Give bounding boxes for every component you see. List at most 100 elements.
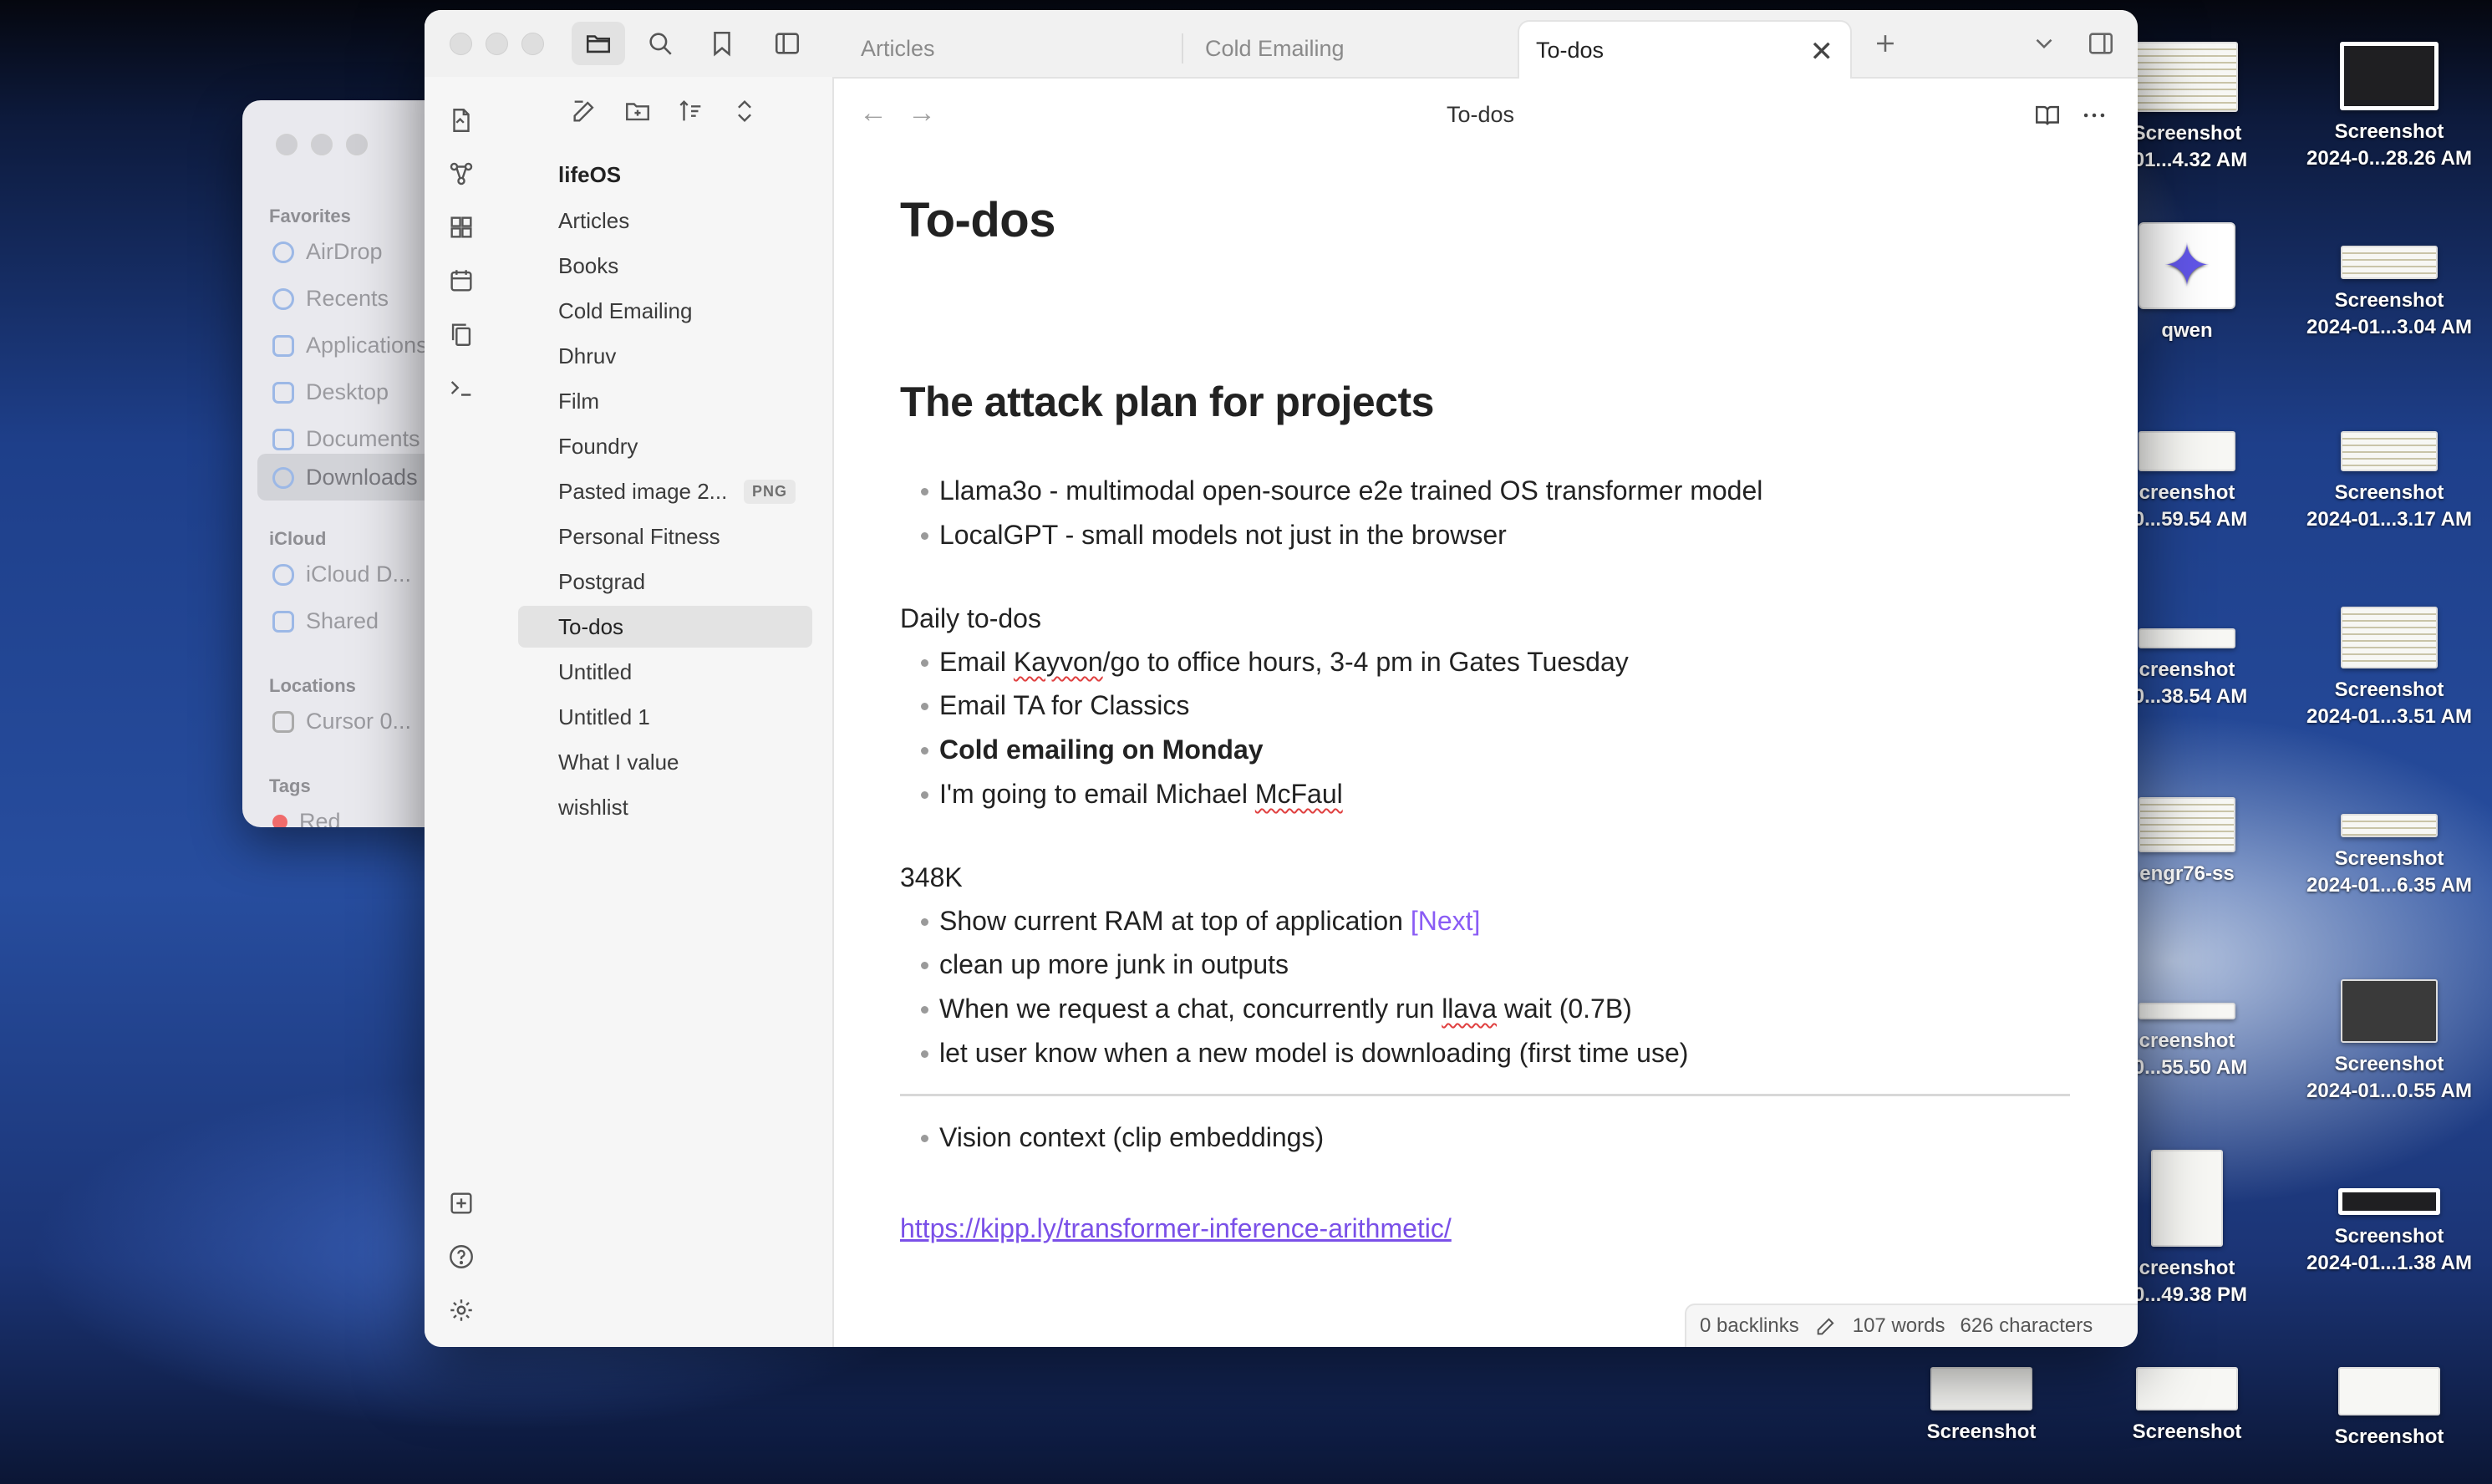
daily-todos-label[interactable]: Daily to-dos — [900, 603, 1041, 634]
open-canvas-button[interactable] — [443, 209, 480, 246]
tab-articles[interactable]: Articles — [844, 20, 1170, 77]
open-daily-note-button[interactable] — [443, 262, 480, 299]
desktop-file-screenshot-14[interactable]: Screenshot — [2091, 1367, 2283, 1446]
desktop-file-screenshot-5[interactable]: Screenshot 2024-01...3.17 AM — [2293, 431, 2485, 533]
heading-attack-plan[interactable]: The attack plan for projects — [900, 378, 1434, 426]
file-item[interactable]: Untitled 1 — [518, 696, 812, 738]
file-item[interactable]: Postgrad — [518, 561, 812, 602]
file-thumbnail — [2136, 42, 2238, 112]
finder-item-downloads[interactable]: Downloads — [272, 465, 418, 490]
desktop-file-screenshot-12[interactable]: Screenshot 2024-01...1.38 AM — [2293, 1188, 2485, 1277]
list-item[interactable]: Email TA for Classics — [919, 690, 1189, 721]
backlinks-count[interactable]: 0 backlinks — [1700, 1314, 1799, 1338]
finder-tag-red[interactable]: Red — [272, 809, 341, 827]
minimize-window-button[interactable] — [486, 33, 508, 55]
finder-item-cursor[interactable]: Cursor 0... — [272, 709, 411, 734]
edit-icon — [573, 100, 594, 122]
list-item-bold[interactable]: Cold emailing on Monday — [919, 734, 1264, 765]
close-window-button[interactable] — [450, 33, 472, 55]
bookmarks-view-button[interactable] — [695, 22, 749, 65]
list-item[interactable]: When we request a chat, concurrently run… — [919, 994, 1632, 1024]
finder-item-applications[interactable]: Applications — [272, 333, 428, 358]
navigate-forward-button[interactable]: → — [908, 97, 936, 130]
desktop-file-screenshot-10[interactable]: Screenshot 2024-01...0.55 AM — [2293, 979, 2485, 1105]
file-item[interactable]: Foundry — [518, 425, 812, 467]
list-item[interactable]: LocalGPT - small models not just in the … — [919, 520, 1507, 551]
desktop-file-screenshot-15[interactable]: Screenshot — [2293, 1367, 2485, 1451]
sort-button[interactable] — [674, 94, 709, 129]
file-thumbnail — [2340, 42, 2439, 110]
open-vault-button[interactable] — [443, 1185, 480, 1222]
more-options-button[interactable] — [2076, 97, 2113, 134]
list-item[interactable]: clean up more junk in outputs — [919, 949, 1289, 980]
files-view-button[interactable] — [572, 22, 625, 65]
misspelled-word[interactable]: llava — [1442, 994, 1497, 1024]
desktop-file-screenshot-2[interactable]: Screenshot 2024-0...28.26 AM — [2293, 42, 2485, 172]
desktop-file-screenshot-7[interactable]: Screenshot 2024-01...3.51 AM — [2293, 607, 2485, 730]
search-view-button[interactable] — [633, 22, 687, 65]
window-traffic-lights[interactable] — [450, 33, 544, 55]
next-tag[interactable]: [Next] — [1411, 906, 1481, 936]
view-header-title[interactable]: To-dos — [1447, 102, 1514, 128]
toggle-right-sidebar-button[interactable] — [2074, 22, 2128, 65]
list-item[interactable]: Llama3o - multimodal open-source e2e tra… — [919, 475, 1762, 506]
file-item[interactable]: What I value — [518, 741, 812, 783]
toggle-left-sidebar-button[interactable] — [760, 22, 814, 65]
navigate-back-button[interactable]: ← — [859, 97, 887, 130]
misspelled-word[interactable]: Kayvon — [1014, 647, 1103, 677]
open-command-palette-button[interactable] — [443, 369, 480, 406]
tab-cold-emailing[interactable]: Cold Emailing — [1188, 20, 1514, 77]
disk-icon — [272, 710, 294, 733]
note-title[interactable]: To-dos — [900, 192, 1055, 248]
file-item[interactable]: wishlist — [518, 786, 812, 828]
close-tab-icon[interactable]: ✕ — [1810, 35, 1834, 69]
file-item[interactable]: Pasted image 2... PNG — [518, 470, 812, 512]
file-thumbnail — [2139, 431, 2235, 471]
collapse-all-button[interactable] — [727, 94, 762, 129]
open-graph-view-button[interactable] — [443, 155, 480, 192]
finder-item-recents[interactable]: Recents — [272, 286, 389, 312]
file-item-active[interactable]: To-dos — [518, 606, 812, 648]
new-note-button[interactable] — [567, 94, 602, 129]
finder-item-icloud-drive[interactable]: iCloud D... — [272, 562, 411, 587]
file-item[interactable]: Film — [518, 380, 812, 422]
insert-template-button[interactable] — [443, 316, 480, 353]
file-item[interactable]: Dhruv — [518, 335, 812, 377]
file-item[interactable]: Books — [518, 245, 812, 287]
reading-view-button[interactable] — [2029, 97, 2066, 134]
help-button[interactable] — [443, 1238, 480, 1275]
file-item[interactable]: Untitled — [518, 651, 812, 693]
pencil-icon[interactable] — [1814, 1314, 1838, 1338]
desktop-file-screenshot-8[interactable]: Screenshot 2024-01...6.35 AM — [2293, 814, 2485, 899]
desktop-file-screenshot-3[interactable]: Screenshot 2024-01...3.04 AM — [2293, 246, 2485, 341]
list-item[interactable]: I'm going to email Michael McFaul — [919, 779, 1343, 810]
file-item[interactable]: Personal Fitness — [518, 516, 812, 557]
vault-name[interactable]: lifeOS — [558, 162, 621, 188]
list-item[interactable]: let user know when a new model is downlo… — [919, 1038, 1688, 1069]
finder-item-airdrop[interactable]: AirDrop — [272, 239, 383, 265]
external-link[interactable]: https://kipp.ly/transformer-inference-ar… — [900, 1213, 1452, 1244]
finder-item-shared[interactable]: Shared — [272, 608, 379, 634]
project-348k-label[interactable]: 348K — [900, 862, 963, 893]
new-tab-button[interactable] — [1859, 22, 1912, 65]
finder-item-documents[interactable]: Documents — [272, 426, 420, 452]
sort-icon — [679, 99, 701, 121]
settings-button[interactable] — [443, 1292, 480, 1329]
list-item[interactable]: Show current RAM at top of application [… — [919, 906, 1480, 937]
finder-item-desktop[interactable]: Desktop — [272, 379, 389, 405]
new-folder-button[interactable] — [620, 94, 655, 129]
desktop-file-screenshot-13[interactable]: Screenshot — [1885, 1367, 2078, 1446]
tab-list-button[interactable] — [2017, 22, 2071, 65]
list-item[interactable]: Email Kayvon/go to office hours, 3-4 pm … — [919, 647, 1629, 678]
file-thumbnail — [2139, 797, 2235, 852]
file-item[interactable]: Cold Emailing — [518, 290, 812, 332]
tab-to-dos[interactable]: To-dos ✕ — [1518, 20, 1852, 79]
zoom-window-button[interactable] — [521, 33, 544, 55]
open-quick-switcher-button[interactable] — [443, 102, 480, 139]
folder-plus-icon — [626, 103, 649, 121]
list-item[interactable]: Vision context (clip embeddings) — [919, 1122, 1324, 1153]
misspelled-word[interactable]: McFaul — [1255, 779, 1343, 809]
sidebar-left-icon — [775, 33, 800, 54]
file-thumbnail — [2341, 979, 2438, 1043]
file-item[interactable]: Articles — [518, 200, 812, 241]
